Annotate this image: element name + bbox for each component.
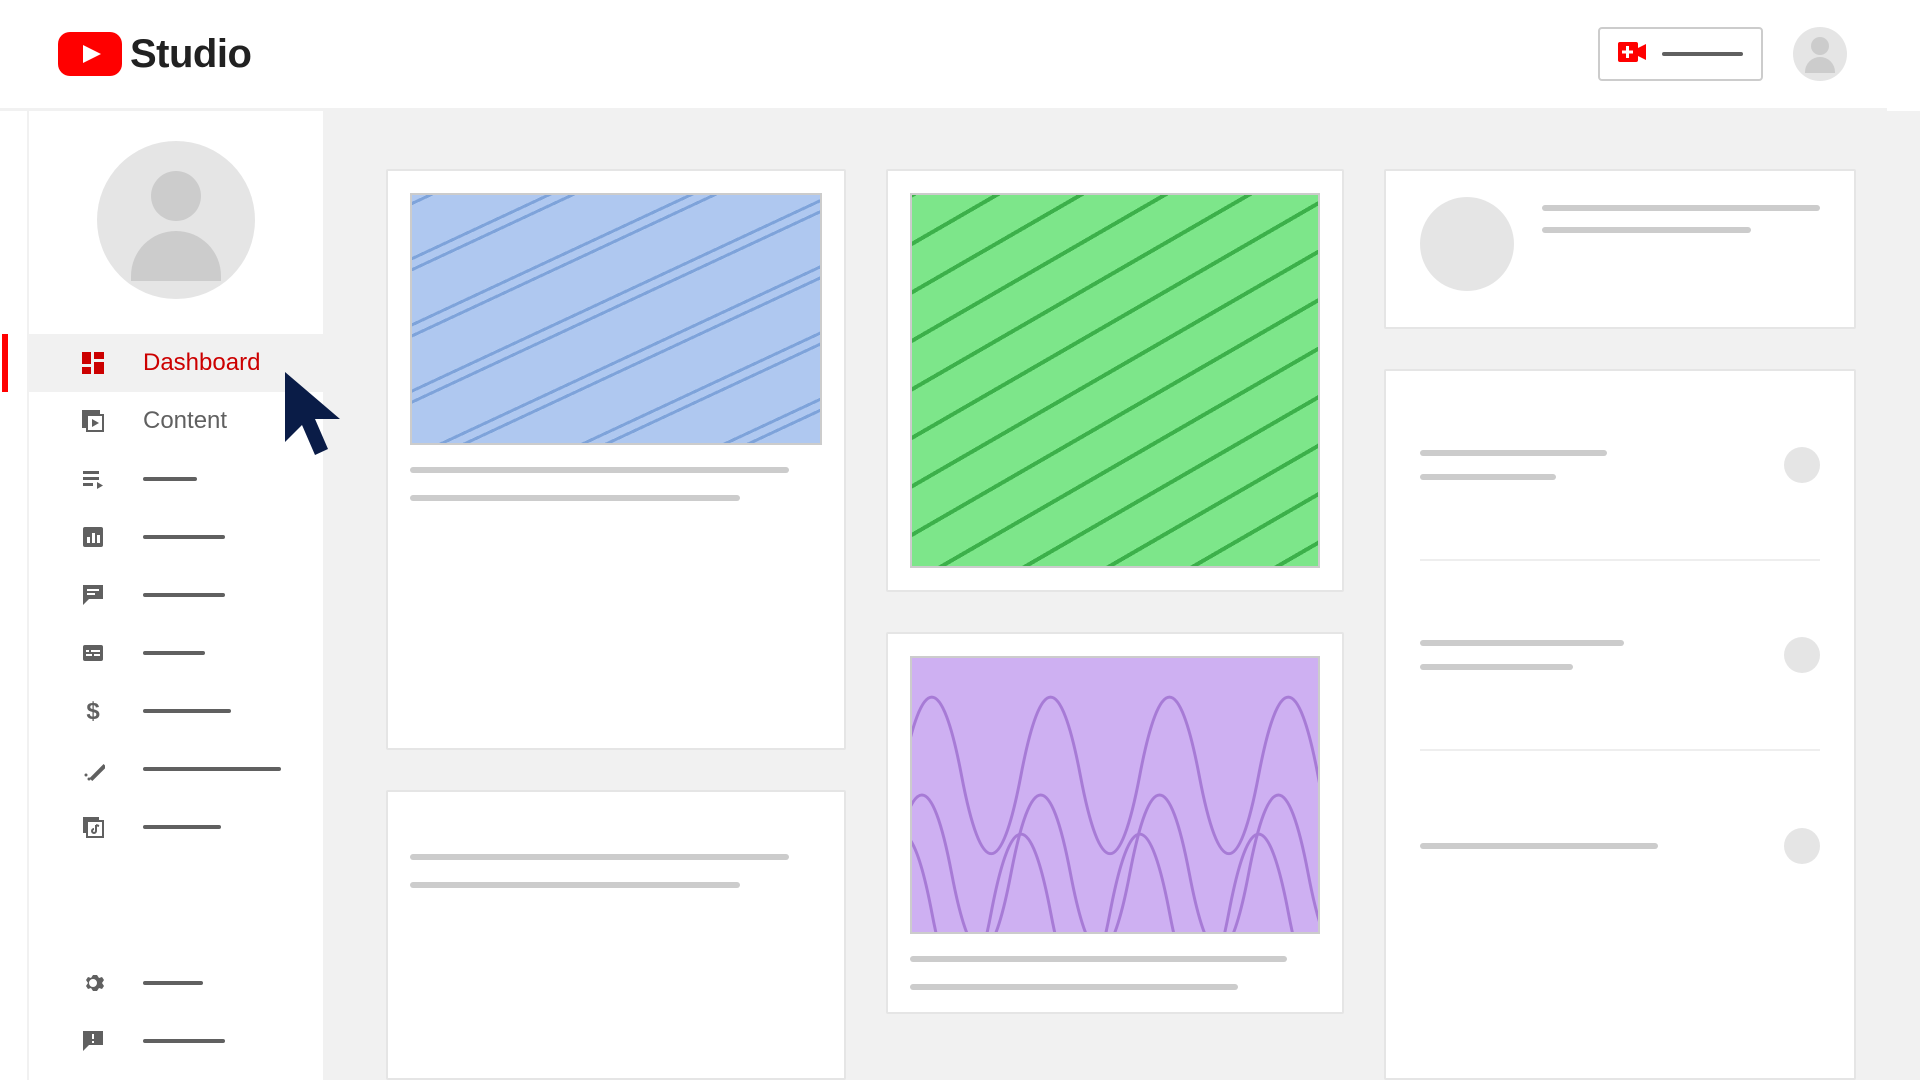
sidebar-item-label xyxy=(143,1039,225,1043)
text-placeholder xyxy=(410,467,789,473)
list-item[interactable] xyxy=(1420,371,1820,561)
text-placeholder xyxy=(410,854,789,860)
text-placeholder xyxy=(910,956,1287,962)
channel-avatar[interactable] xyxy=(97,141,255,299)
sidebar-item-label xyxy=(143,767,281,771)
comments-icon xyxy=(79,581,107,609)
studio-logo[interactable]: Studio xyxy=(58,32,251,77)
sidebar-item-analytics[interactable] xyxy=(29,508,323,566)
list-item[interactable] xyxy=(1420,751,1820,941)
text-placeholder xyxy=(1420,843,1658,849)
header-bar: Studio xyxy=(0,0,1887,111)
audio-icon xyxy=(79,813,107,841)
sidebar-item-label xyxy=(143,709,231,713)
video-thumbnail xyxy=(410,193,822,445)
create-button[interactable] xyxy=(1598,27,1763,81)
sidebar-item-playlists[interactable] xyxy=(29,450,323,508)
sidebar-item-label: Content xyxy=(143,407,227,435)
text-placeholder xyxy=(1542,205,1820,211)
sidebar: Dashboard Content xyxy=(29,111,326,1080)
dashboard-card-video[interactable] xyxy=(386,169,846,750)
create-button-label xyxy=(1662,52,1743,56)
sidebar-item-comments[interactable] xyxy=(29,566,323,624)
dashboard-card-video[interactable] xyxy=(886,632,1344,1014)
product-name: Studio xyxy=(130,32,251,77)
sidebar-item-label xyxy=(143,981,203,985)
sidebar-item-customization[interactable] xyxy=(29,740,323,798)
svg-text:$: $ xyxy=(86,699,100,723)
text-placeholder xyxy=(910,984,1238,990)
list-item[interactable] xyxy=(1420,561,1820,751)
text-placeholder xyxy=(1420,474,1556,480)
analytics-icon xyxy=(79,523,107,551)
youtube-icon xyxy=(58,32,122,76)
dashboard-channel-card[interactable] xyxy=(1384,169,1856,329)
magic-icon xyxy=(79,755,107,783)
dashboard-card[interactable] xyxy=(386,790,846,1080)
sidebar-item-settings[interactable] xyxy=(29,954,323,1012)
dashboard-card-video[interactable] xyxy=(886,169,1344,592)
sidebar-item-label xyxy=(143,651,205,655)
playlist-icon xyxy=(79,465,107,493)
feedback-icon xyxy=(79,1027,107,1055)
text-placeholder xyxy=(410,495,740,501)
status-dot xyxy=(1784,447,1820,483)
text-placeholder xyxy=(410,882,740,888)
sidebar-item-dashboard[interactable]: Dashboard xyxy=(29,334,323,392)
status-dot xyxy=(1784,637,1820,673)
video-thumbnail xyxy=(910,193,1320,568)
video-thumbnail xyxy=(910,656,1320,934)
dashboard-list-card xyxy=(1384,369,1856,1080)
text-placeholder xyxy=(1420,664,1573,670)
channel-avatar-small xyxy=(1420,197,1514,291)
sidebar-item-monetization[interactable]: $ xyxy=(29,682,323,740)
status-dot xyxy=(1784,828,1820,864)
sidebar-item-label xyxy=(143,477,197,481)
text-placeholder xyxy=(1542,227,1751,233)
sidebar-item-subtitles[interactable] xyxy=(29,624,323,682)
dashboard-main xyxy=(326,111,1920,1080)
sidebar-item-label: Dashboard xyxy=(143,349,260,377)
text-placeholder xyxy=(1420,450,1607,456)
dashboard-icon xyxy=(79,349,107,377)
account-avatar[interactable] xyxy=(1793,27,1847,81)
sidebar-item-content[interactable]: Content xyxy=(29,392,323,450)
sidebar-item-audio[interactable] xyxy=(29,798,323,856)
sidebar-item-label xyxy=(143,825,221,829)
create-video-icon xyxy=(1618,42,1646,67)
dollar-icon: $ xyxy=(79,697,107,725)
content-icon xyxy=(79,407,107,435)
text-placeholder xyxy=(1420,640,1624,646)
sidebar-item-label xyxy=(143,593,225,597)
gear-icon xyxy=(79,969,107,997)
sidebar-item-label xyxy=(143,535,225,539)
subtitles-icon xyxy=(79,639,107,667)
sidebar-item-feedback[interactable] xyxy=(29,1012,323,1070)
